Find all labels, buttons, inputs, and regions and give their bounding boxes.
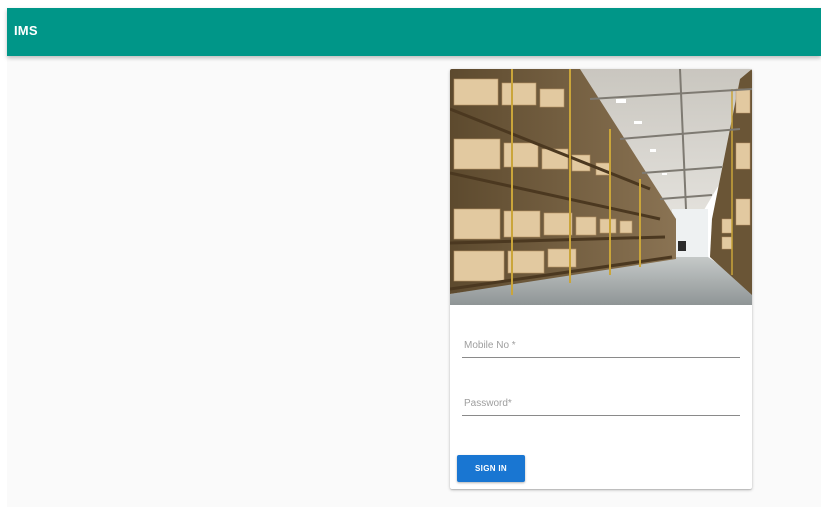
mobile-number-input[interactable] bbox=[462, 327, 740, 361]
password-field[interactable]: Password* bbox=[462, 385, 740, 421]
warehouse-image bbox=[450, 69, 752, 305]
app-frame: IMS Mobile No * Password* SIGN IN bbox=[7, 8, 821, 507]
app-title: IMS bbox=[14, 23, 38, 38]
mobile-number-field[interactable]: Mobile No * bbox=[462, 327, 740, 363]
mobile-number-underline bbox=[462, 357, 740, 358]
login-card: Mobile No * Password* SIGN IN bbox=[450, 69, 752, 489]
password-input[interactable] bbox=[462, 385, 740, 419]
password-underline bbox=[462, 415, 740, 416]
sign-in-button[interactable]: SIGN IN bbox=[457, 455, 525, 482]
app-bar: IMS bbox=[7, 8, 821, 56]
